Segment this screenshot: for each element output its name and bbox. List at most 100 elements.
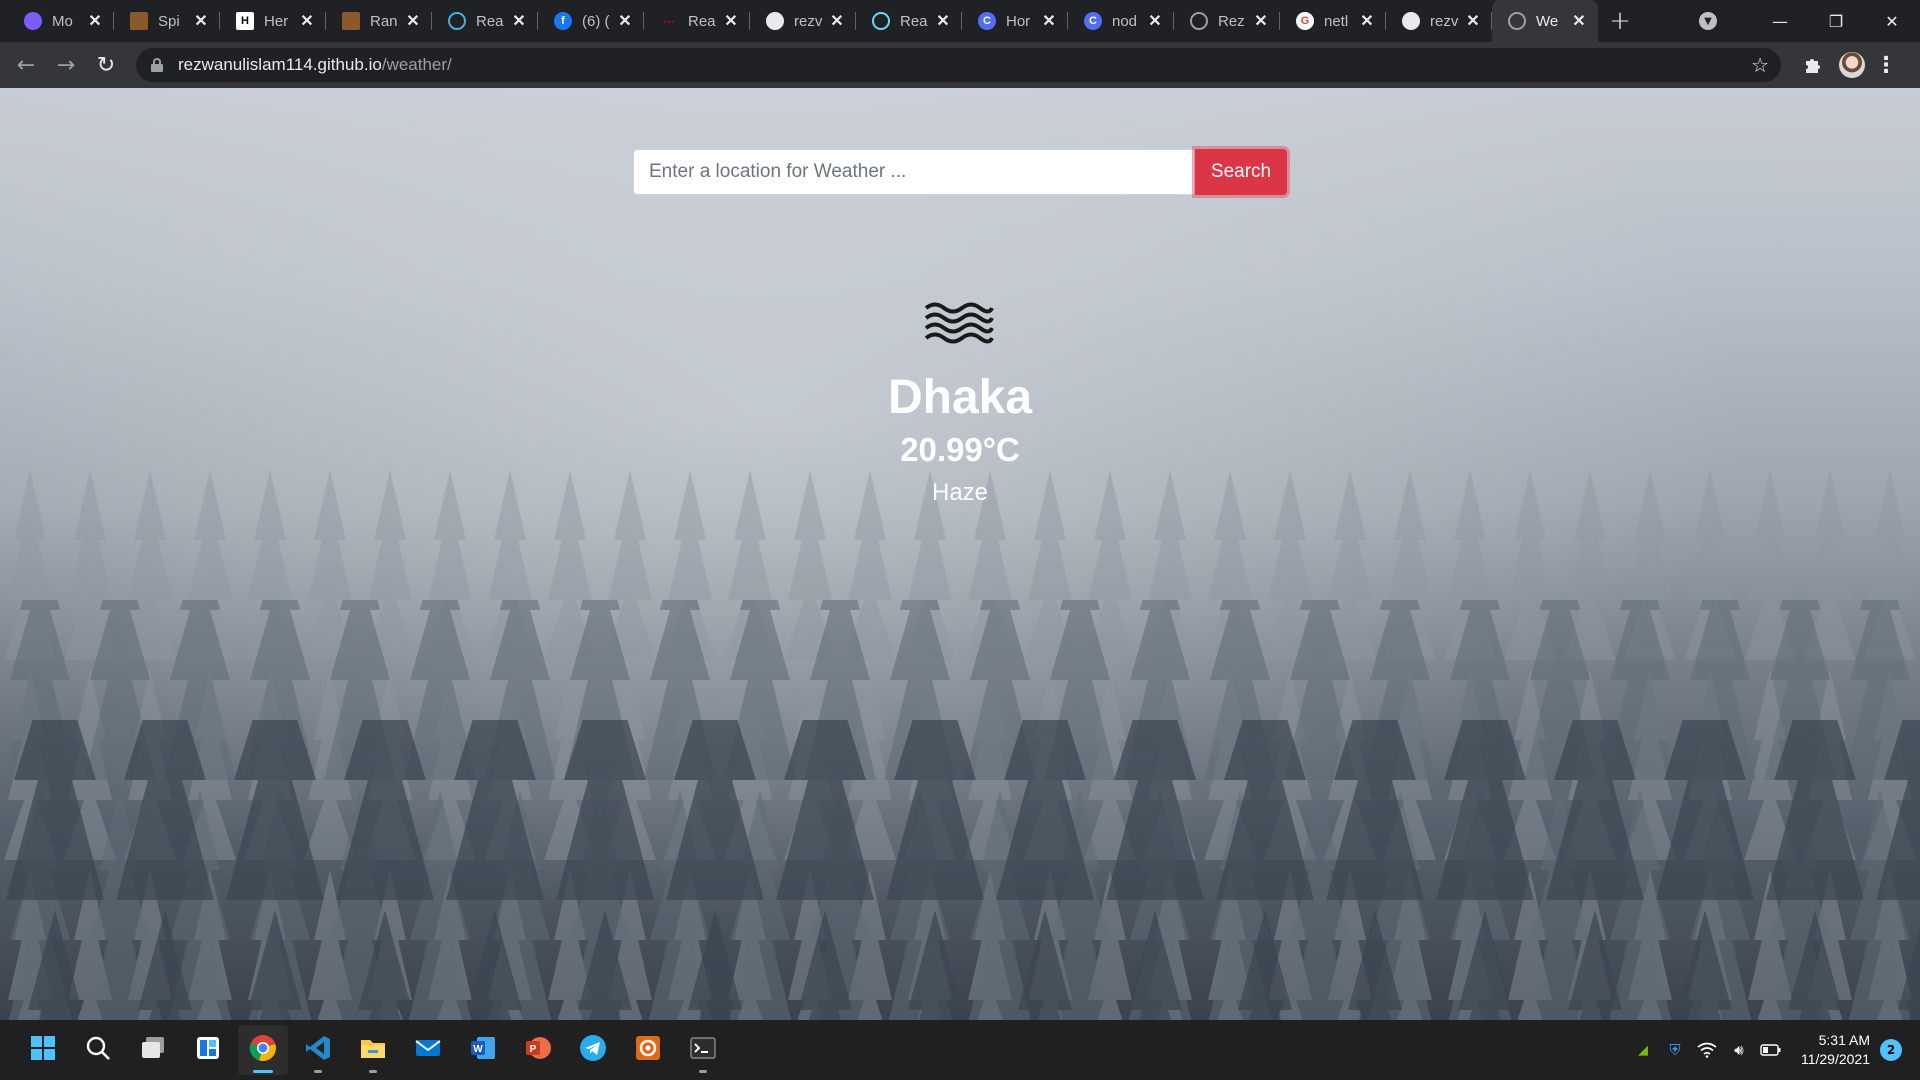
back-button[interactable]: ← <box>6 45 46 85</box>
tab-title: Mo <box>52 12 73 30</box>
close-tab-icon[interactable]: ✕ <box>1570 12 1588 30</box>
close-tab-icon[interactable]: ✕ <box>404 12 422 30</box>
chrome-taskbar-button[interactable] <box>238 1025 288 1075</box>
restore-button[interactable]: ❐ <box>1808 0 1864 42</box>
minimize-button[interactable]: — <box>1752 0 1808 42</box>
file-explorer-taskbar-button[interactable] <box>348 1025 398 1075</box>
browser-tab[interactable]: C Hor ✕ <box>962 0 1068 42</box>
windows-start-taskbar-button[interactable] <box>18 1025 68 1075</box>
clock-date: 11/29/2021 <box>1800 1051 1870 1067</box>
chrome-icon <box>249 1034 277 1066</box>
browser-tab[interactable]: ⋯ Rea ✕ <box>644 0 750 42</box>
sublime-merge-taskbar-button[interactable] <box>623 1025 673 1075</box>
google-icon: G <box>1296 12 1314 30</box>
browser-menu-button[interactable]: ⋮ <box>1871 45 1901 85</box>
terminal-taskbar-button[interactable] <box>678 1025 728 1075</box>
browser-tab[interactable]: rezv ✕ <box>1386 0 1492 42</box>
address-bar[interactable]: rezwanulislam114.github.io/weather/ ☆ <box>136 48 1781 82</box>
tab-search-button[interactable]: ▼ <box>1688 0 1728 42</box>
close-tab-icon[interactable]: ✕ <box>1464 12 1482 30</box>
word-taskbar-button[interactable]: W <box>458 1025 508 1075</box>
browser-tab[interactable]: Rea ✕ <box>432 0 538 42</box>
tab-title: Her <box>264 12 289 30</box>
tab-title: (6) ( <box>582 12 610 30</box>
extensions-puzzle-icon[interactable] <box>1793 45 1833 85</box>
clock[interactable]: 5:31 AM 11/29/2021 <box>1801 1031 1870 1069</box>
terminal-icon <box>689 1034 717 1066</box>
close-tab-icon[interactable]: ✕ <box>722 12 740 30</box>
vscode-taskbar-button[interactable] <box>293 1025 343 1075</box>
new-tab-button[interactable]: + <box>1598 0 1642 42</box>
close-tab-icon[interactable]: ✕ <box>192 12 210 30</box>
url-path: /weather/ <box>381 55 452 74</box>
weather-condition: Haze <box>931 479 989 506</box>
powerpoint-taskbar-button[interactable]: P <box>513 1025 563 1075</box>
facebook-icon: f <box>554 12 572 30</box>
github-icon <box>766 12 784 30</box>
close-tab-icon[interactable]: ✕ <box>616 12 634 30</box>
tab-title: rezv <box>794 12 823 30</box>
sublime-merge-icon <box>634 1034 662 1066</box>
taskbar-apps: WP <box>18 1025 733 1075</box>
browser-tab[interactable]: Mo ✕ <box>8 0 114 42</box>
mail-icon <box>414 1034 442 1066</box>
battery-icon[interactable] <box>1757 1036 1785 1064</box>
close-tab-icon[interactable]: ✕ <box>86 12 104 30</box>
react-icon <box>872 12 890 30</box>
tab-title: Rea <box>900 12 928 30</box>
close-tab-icon[interactable]: ✕ <box>934 12 952 30</box>
tab-list: Mo ✕ Spi ✕ H Her ✕ Ran ✕ Rea ✕ f (6) (✕ ⋯ Rea ✕ rezv ✕ Rea… <box>0 0 1598 42</box>
browser-tab[interactable]: Cnod ✕ <box>1068 0 1174 42</box>
url-text: rezwanulislam114.github.io/weather/ <box>178 55 452 75</box>
close-tab-icon[interactable]: ✕ <box>1146 12 1164 30</box>
security-shield-icon[interactable]: ⛨ <box>1661 1036 1689 1064</box>
browser-tab[interactable]: Gnetl ✕ <box>1280 0 1386 42</box>
browser-toolbar: ← → ↻ rezwanulislam114.github.io/weather… <box>0 42 1920 88</box>
notification-badge[interactable]: 2 <box>1880 1039 1902 1061</box>
search-button[interactable]: Search <box>1195 149 1287 195</box>
browser-tab[interactable]: Rea ✕ <box>856 0 962 42</box>
file-explorer-icon <box>359 1034 387 1066</box>
browser-tab[interactable]: Spi ✕ <box>114 0 220 42</box>
close-window-button[interactable]: ✕ <box>1864 0 1920 42</box>
location-search-input[interactable] <box>633 149 1195 195</box>
close-tab-icon[interactable]: ✕ <box>298 12 316 30</box>
search-form: Search <box>633 149 1287 195</box>
browser-tab[interactable]: rezv ✕ <box>750 0 856 42</box>
telegram-taskbar-button[interactable] <box>568 1025 618 1075</box>
weather-card: Dhaka 20.99°C Haze <box>0 298 1920 507</box>
search-taskbar-button[interactable] <box>73 1025 123 1075</box>
widgets-taskbar-button[interactable] <box>183 1025 233 1075</box>
nvidia-icon[interactable]: ◢ <box>1629 1036 1657 1064</box>
close-tab-icon[interactable]: ✕ <box>1252 12 1270 30</box>
svg-text:P: P <box>530 1044 537 1055</box>
hero-h-icon: H <box>236 12 254 30</box>
tab-title: Spi <box>158 12 180 30</box>
wifi-icon[interactable] <box>1693 1036 1721 1064</box>
widgets-icon <box>195 1035 221 1065</box>
globe-icon <box>1508 12 1526 30</box>
browser-tab[interactable]: H Her ✕ <box>220 0 326 42</box>
bookmark-star-icon[interactable]: ☆ <box>1751 53 1769 77</box>
telegram-icon <box>579 1034 607 1066</box>
volume-icon[interactable]: 🔊︎ <box>1725 1036 1753 1064</box>
browser-tab[interactable]: f (6) ( ✕ <box>538 0 644 42</box>
running-indicator <box>369 1070 377 1073</box>
browser-tab[interactable]: Ran ✕ <box>326 0 432 42</box>
forward-button[interactable]: → <box>46 45 86 85</box>
tab-title: nod <box>1112 12 1138 30</box>
browser-tab[interactable]: We ✕ <box>1492 0 1598 42</box>
close-tab-icon[interactable]: ✕ <box>1358 12 1376 30</box>
reload-button[interactable]: ↻ <box>86 45 126 85</box>
github-icon <box>1402 12 1420 30</box>
close-tab-icon[interactable]: ✕ <box>828 12 846 30</box>
task-view-taskbar-button[interactable] <box>128 1025 178 1075</box>
bookmark-doc-icon <box>130 12 148 30</box>
browser-tab[interactable]: Rez ✕ <box>1174 0 1280 42</box>
system-tray: ◢ ⛨ 🔊︎ 5:31 AM 11/29/2021 2 <box>1627 1020 1920 1080</box>
lock-icon[interactable] <box>150 58 164 72</box>
close-tab-icon[interactable]: ✕ <box>510 12 528 30</box>
profile-avatar[interactable] <box>1839 52 1865 78</box>
close-tab-icon[interactable]: ✕ <box>1040 12 1058 30</box>
mail-taskbar-button[interactable] <box>403 1025 453 1075</box>
